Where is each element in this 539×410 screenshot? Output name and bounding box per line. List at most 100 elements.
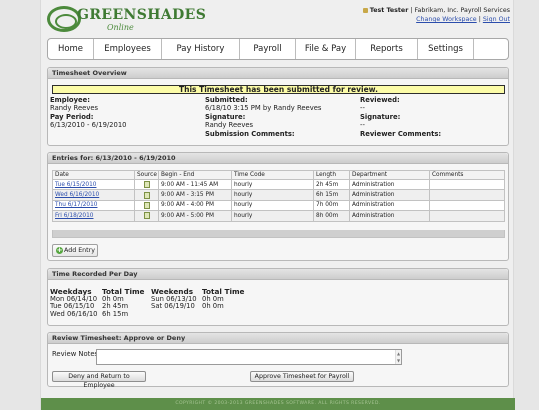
employee-value: Randy Reeves [50,104,99,113]
review-notes-textarea[interactable]: ▲ ▼ [96,349,402,365]
reviewer-signature-label: Signature: [360,112,401,121]
entry-length: 8h 00m [313,210,350,222]
entry-department: Administration [349,178,430,191]
header: GREENSHADES Online Test Tester | Fabrika… [41,0,515,38]
review-panel: Review Timesheet: Approve or Deny Review… [47,332,509,389]
entry-comments [429,189,505,201]
col-begin-end: Begin - End [158,170,232,180]
entry-department: Administration [349,199,430,212]
weekend-time: 0h 0m [202,302,224,311]
employee-column: Employee: Randy Reeves Pay Period: 6/13/… [50,96,126,130]
entry-department: Administration [349,189,430,201]
entry-length: 6h 15m [313,189,350,201]
submitted-label: Submitted: [205,96,248,104]
entry-time-code: hourly [231,178,314,191]
table-row: Wed 6/16/2010 9:00 AM - 3:15 PM hourly 6… [52,189,505,201]
entry-comments [429,210,505,222]
pay-period-value: 6/13/2010 - 6/19/2010 [50,121,127,130]
weekdays-time-column: Total Time 0h 0m 2h 45m 6h 15m [102,288,145,318]
nav-employees[interactable]: Employees [94,39,162,59]
col-time-code: Time Code [231,170,314,180]
user-info: Test Tester | Fabrikam, Inc. Payroll Ser… [362,6,510,24]
textarea-scrollbar[interactable]: ▲ ▼ [395,350,401,364]
greenshades-logo[interactable]: GREENSHADES Online [47,6,206,34]
entry-date-link[interactable]: Fri 6/18/2010 [55,213,93,219]
panel-title: Time Recorded Per Day [48,269,508,280]
nav-reports[interactable]: Reports [356,39,418,59]
submitted-value: 6/18/10 3:15 PM by Randy Reeves [205,104,322,113]
app-shell: GREENSHADES Online Test Tester | Fabrika… [40,0,515,410]
time-recorded-panel: Time Recorded Per Day Weekdays Mon 06/14… [47,268,509,326]
submitted-banner: This Timesheet has been submitted for re… [52,85,505,94]
nav-settings[interactable]: Settings [418,39,474,59]
nav-payroll[interactable]: Payroll [240,39,296,59]
weekday-day: Wed 06/16/10 [50,309,98,318]
weekends-time-column: Total Time 0h 0m 0h 0m [202,288,245,311]
timesheet-source-icon [143,191,150,199]
weekdays-day-column: Weekdays Mon 06/14/10 Tue 06/15/10 Wed 0… [50,288,98,318]
timesheet-overview-panel: Timesheet Overview This Timesheet has be… [47,67,509,146]
timesheet-source-icon [143,181,150,189]
col-length: Length [313,170,350,180]
entry-department: Administration [349,210,430,222]
submission-comments-label: Submission Comments: [205,129,295,138]
weekday-time: 6h 15m [102,309,129,318]
entry-time-code: hourly [231,199,314,212]
sign-out-link[interactable]: Sign Out [483,16,510,23]
col-comments: Comments [429,170,505,180]
entry-range: 9:00 AM - 5:00 PM [158,210,232,222]
link-separator: | [478,16,481,23]
entries-panel: Entries for: 6/13/2010 - 6/19/2010 Date … [47,152,509,261]
submission-column: Submitted: 6/18/10 3:15 PM by Randy Reev… [205,96,321,138]
review-notes-label: Review Notes: [52,350,101,358]
approve-button[interactable]: Approve Timesheet for Payroll [250,371,354,382]
timesheet-source-icon [143,201,150,209]
signature-value: Randy Reeves [205,121,254,130]
reviewer-comments-label: Reviewer Comments: [360,129,442,138]
reviewed-value: -- [360,104,365,113]
nav-home[interactable]: Home [48,39,94,59]
entry-range: 9:00 AM - 3:15 PM [158,189,232,201]
entries-table: Date Source Begin - End Time Code Length… [52,170,505,222]
pay-period-label: Pay Period: [50,112,94,121]
entry-date-link[interactable]: Thu 6/17/2010 [55,202,97,208]
deny-button[interactable]: Deny and Return to Employee [52,371,146,389]
entry-length: 2h 45m [313,178,350,191]
entry-time-code: hourly [231,210,314,222]
user-name: Test Tester [369,7,409,14]
logo-tagline: Online [107,23,134,32]
timesheet-source-icon [143,212,150,220]
add-entry-button[interactable]: + Add Entry [52,244,98,257]
page: GREENSHADES Online Test Tester | Fabrika… [0,0,539,410]
table-footer-bar [52,230,505,238]
col-department: Department [349,170,430,180]
table-row: Fri 6/18/2010 9:00 AM - 5:00 PM hourly 8… [52,210,505,222]
entry-time-code: hourly [231,189,314,201]
reviewed-label: Reviewed: [360,96,400,104]
plus-icon: + [56,245,63,254]
reviewer-signature-value: -- [360,121,365,130]
review-column: Reviewed: -- Signature: -- Reviewer Comm… [360,96,441,138]
table-row: Tue 6/15/2010 9:00 AM - 11:45 AM hourly … [52,178,505,191]
entry-range: 9:00 AM - 4:00 PM [158,199,232,212]
main-nav: Home Employees Pay History Payroll File … [47,38,509,60]
lock-icon [362,7,368,13]
entry-comments [429,178,505,191]
change-workspace-link[interactable]: Change Workspace [416,16,477,23]
entry-comments [429,199,505,212]
employee-label: Employee: [50,96,90,104]
panel-title: Timesheet Overview [48,68,508,79]
add-entry-label: Add Entry [64,247,95,254]
entry-range: 9:00 AM - 11:45 AM [158,178,232,191]
nav-pay-history[interactable]: Pay History [162,39,240,59]
entry-date-link[interactable]: Tue 6/15/2010 [55,182,96,188]
weekend-day: Sat 06/19/10 [151,302,195,311]
entry-date-link[interactable]: Wed 6/16/2010 [55,192,99,198]
col-date: Date [52,170,135,180]
signature-label: Signature: [205,112,246,121]
logo-swirl-icon [47,6,81,32]
weekends-day-column: Weekends Sun 06/13/10 Sat 06/19/10 [151,288,197,311]
user-company: | Fabrikam, Inc. Payroll Services [410,7,510,14]
nav-file-and-pay[interactable]: File & Pay [296,39,356,59]
